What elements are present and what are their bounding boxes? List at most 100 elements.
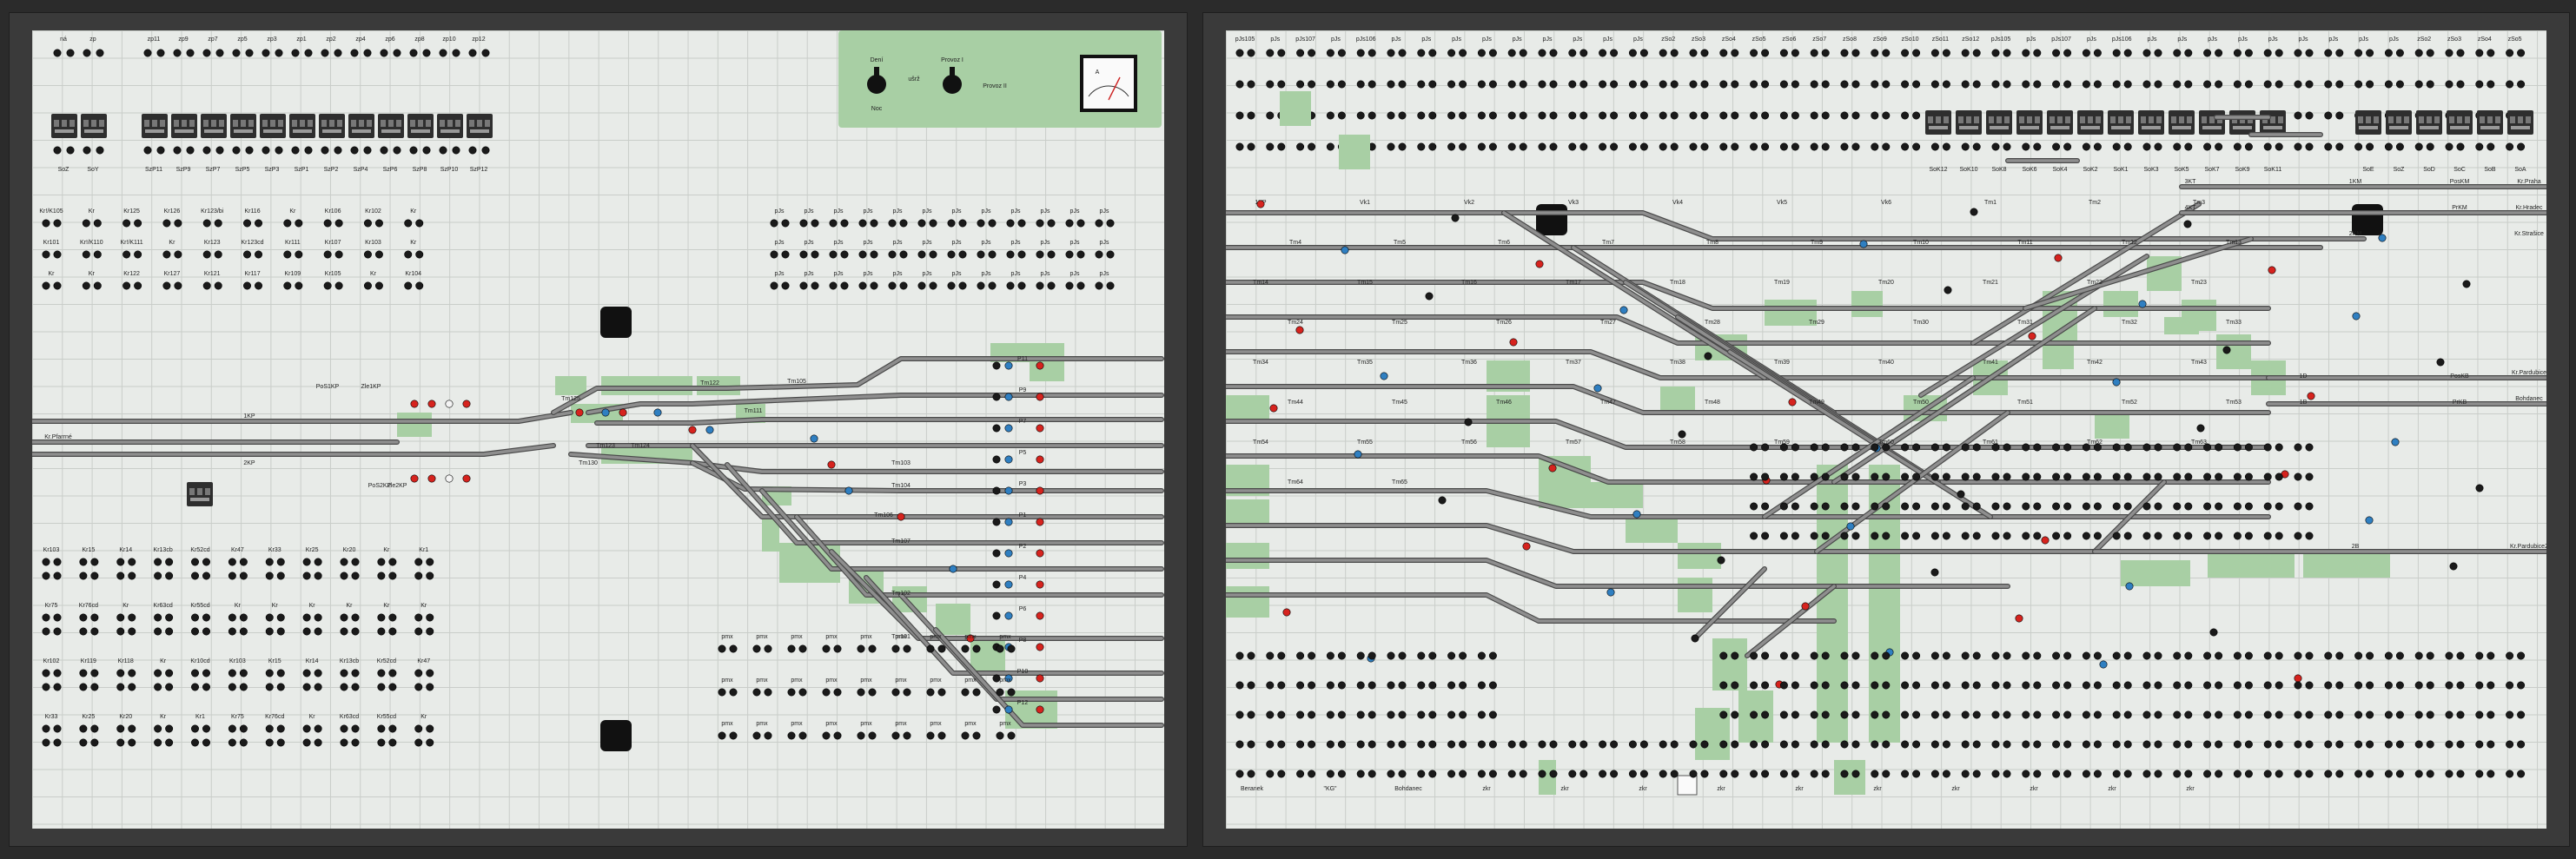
mid-button[interactable] bbox=[1779, 502, 1788, 511]
relay-sub-button[interactable] bbox=[245, 146, 254, 155]
bottom-button[interactable] bbox=[53, 613, 62, 622]
bottom-button[interactable] bbox=[53, 572, 62, 580]
lower-button[interactable] bbox=[2003, 740, 2011, 749]
point-button[interactable] bbox=[764, 688, 772, 697]
route-button[interactable] bbox=[1942, 142, 1950, 151]
lower-button[interactable] bbox=[2395, 681, 2404, 690]
lower-button[interactable] bbox=[2033, 770, 2042, 778]
mid-button[interactable] bbox=[2063, 502, 2072, 511]
mid-button[interactable] bbox=[2184, 532, 2193, 540]
lower-button[interactable] bbox=[2033, 651, 2042, 660]
bottom-button[interactable] bbox=[302, 669, 311, 677]
mid-button[interactable] bbox=[2093, 502, 2102, 511]
route-button[interactable] bbox=[2244, 49, 2253, 57]
lower-button[interactable] bbox=[1882, 770, 1891, 778]
route-button[interactable] bbox=[2445, 49, 2453, 57]
mid-button[interactable] bbox=[2112, 443, 2121, 452]
route-button[interactable] bbox=[1387, 111, 1395, 120]
route-button[interactable] bbox=[1901, 111, 1910, 120]
grid-button[interactable] bbox=[243, 219, 252, 228]
route-button[interactable] bbox=[1930, 142, 1939, 151]
bottom-button[interactable] bbox=[202, 572, 211, 580]
route-button[interactable] bbox=[2506, 49, 2514, 57]
route-button[interactable] bbox=[1791, 142, 1799, 151]
route-button[interactable] bbox=[1882, 80, 1891, 89]
bottom-button[interactable] bbox=[377, 669, 386, 677]
lower-button[interactable] bbox=[2456, 770, 2465, 778]
mid-button[interactable] bbox=[1882, 472, 1891, 481]
route-button[interactable] bbox=[1459, 111, 1467, 120]
lower-button[interactable] bbox=[2335, 681, 2344, 690]
signal-button[interactable] bbox=[2041, 536, 2050, 545]
mid-button[interactable] bbox=[2305, 472, 2314, 481]
mid-button[interactable] bbox=[2263, 532, 2272, 540]
lower-button[interactable] bbox=[2384, 681, 2393, 690]
grid-button[interactable] bbox=[323, 219, 332, 228]
point-button[interactable] bbox=[961, 731, 970, 740]
grid-button[interactable] bbox=[42, 281, 50, 290]
route-button[interactable] bbox=[1417, 142, 1426, 151]
lower-button[interactable] bbox=[1851, 740, 1860, 749]
lower-button[interactable] bbox=[1507, 740, 1516, 749]
mid-button[interactable] bbox=[2082, 472, 2090, 481]
route-button[interactable] bbox=[2022, 49, 2030, 57]
route-button[interactable] bbox=[1488, 49, 1497, 57]
route-button[interactable] bbox=[1659, 80, 1667, 89]
bottom-button[interactable] bbox=[116, 683, 125, 691]
signal-button[interactable] bbox=[462, 474, 471, 483]
mid-button[interactable] bbox=[2022, 502, 2030, 511]
lower-button[interactable] bbox=[1761, 681, 1770, 690]
lower-button[interactable] bbox=[1942, 651, 1950, 660]
lower-button[interactable] bbox=[1477, 770, 1486, 778]
route-button[interactable] bbox=[1488, 80, 1497, 89]
signal-button[interactable] bbox=[2209, 628, 2218, 637]
lower-button[interactable] bbox=[1447, 651, 1456, 660]
platform-button[interactable] bbox=[1036, 580, 1044, 589]
bottom-button[interactable] bbox=[314, 613, 322, 622]
mid-button[interactable] bbox=[1871, 472, 1879, 481]
point-button[interactable] bbox=[891, 688, 900, 697]
lower-button[interactable] bbox=[1810, 740, 1818, 749]
route-button[interactable] bbox=[2173, 142, 2182, 151]
route-button[interactable] bbox=[840, 219, 849, 228]
signal-button[interactable] bbox=[827, 460, 836, 469]
bottom-button[interactable] bbox=[388, 724, 397, 733]
mid-button[interactable] bbox=[2112, 502, 2121, 511]
bottom-button[interactable] bbox=[191, 724, 200, 733]
point-button[interactable] bbox=[926, 688, 935, 697]
mid-button[interactable] bbox=[1871, 532, 1879, 540]
signal-button[interactable] bbox=[2054, 254, 2063, 262]
lower-button[interactable] bbox=[2052, 651, 2061, 660]
mid-button[interactable] bbox=[1779, 472, 1788, 481]
route-button[interactable] bbox=[1882, 142, 1891, 151]
mid-button[interactable] bbox=[1779, 532, 1788, 540]
route-button[interactable] bbox=[1065, 219, 1074, 228]
signal-button[interactable] bbox=[2294, 674, 2302, 683]
lower-button[interactable] bbox=[1912, 740, 1921, 749]
route-button[interactable] bbox=[1972, 80, 1981, 89]
bottom-button[interactable] bbox=[191, 683, 200, 691]
route-button[interactable] bbox=[1750, 80, 1758, 89]
relay-sub-button[interactable] bbox=[262, 146, 270, 155]
lower-button[interactable] bbox=[2445, 770, 2453, 778]
route-button[interactable] bbox=[2123, 80, 2132, 89]
route-button[interactable] bbox=[1549, 49, 1558, 57]
signal-button[interactable] bbox=[1632, 510, 1641, 519]
lower-button[interactable] bbox=[1417, 770, 1426, 778]
lower-button[interactable] bbox=[2384, 710, 2393, 719]
lower-button[interactable] bbox=[1326, 681, 1334, 690]
route-button[interactable] bbox=[2112, 80, 2121, 89]
route-button[interactable] bbox=[2324, 80, 2333, 89]
route-button[interactable] bbox=[2215, 80, 2223, 89]
bottom-button[interactable] bbox=[302, 627, 311, 636]
bottom-button[interactable] bbox=[276, 558, 285, 566]
route-button[interactable] bbox=[2112, 49, 2121, 57]
lower-button[interactable] bbox=[2203, 651, 2212, 660]
lower-button[interactable] bbox=[1851, 681, 1860, 690]
relay-top-button[interactable] bbox=[439, 49, 447, 57]
relay-top-button[interactable] bbox=[186, 49, 195, 57]
bottom-button[interactable] bbox=[377, 724, 386, 733]
route-button[interactable] bbox=[2475, 80, 2484, 89]
bottom-button[interactable] bbox=[426, 572, 434, 580]
mid-button[interactable] bbox=[1901, 472, 1910, 481]
